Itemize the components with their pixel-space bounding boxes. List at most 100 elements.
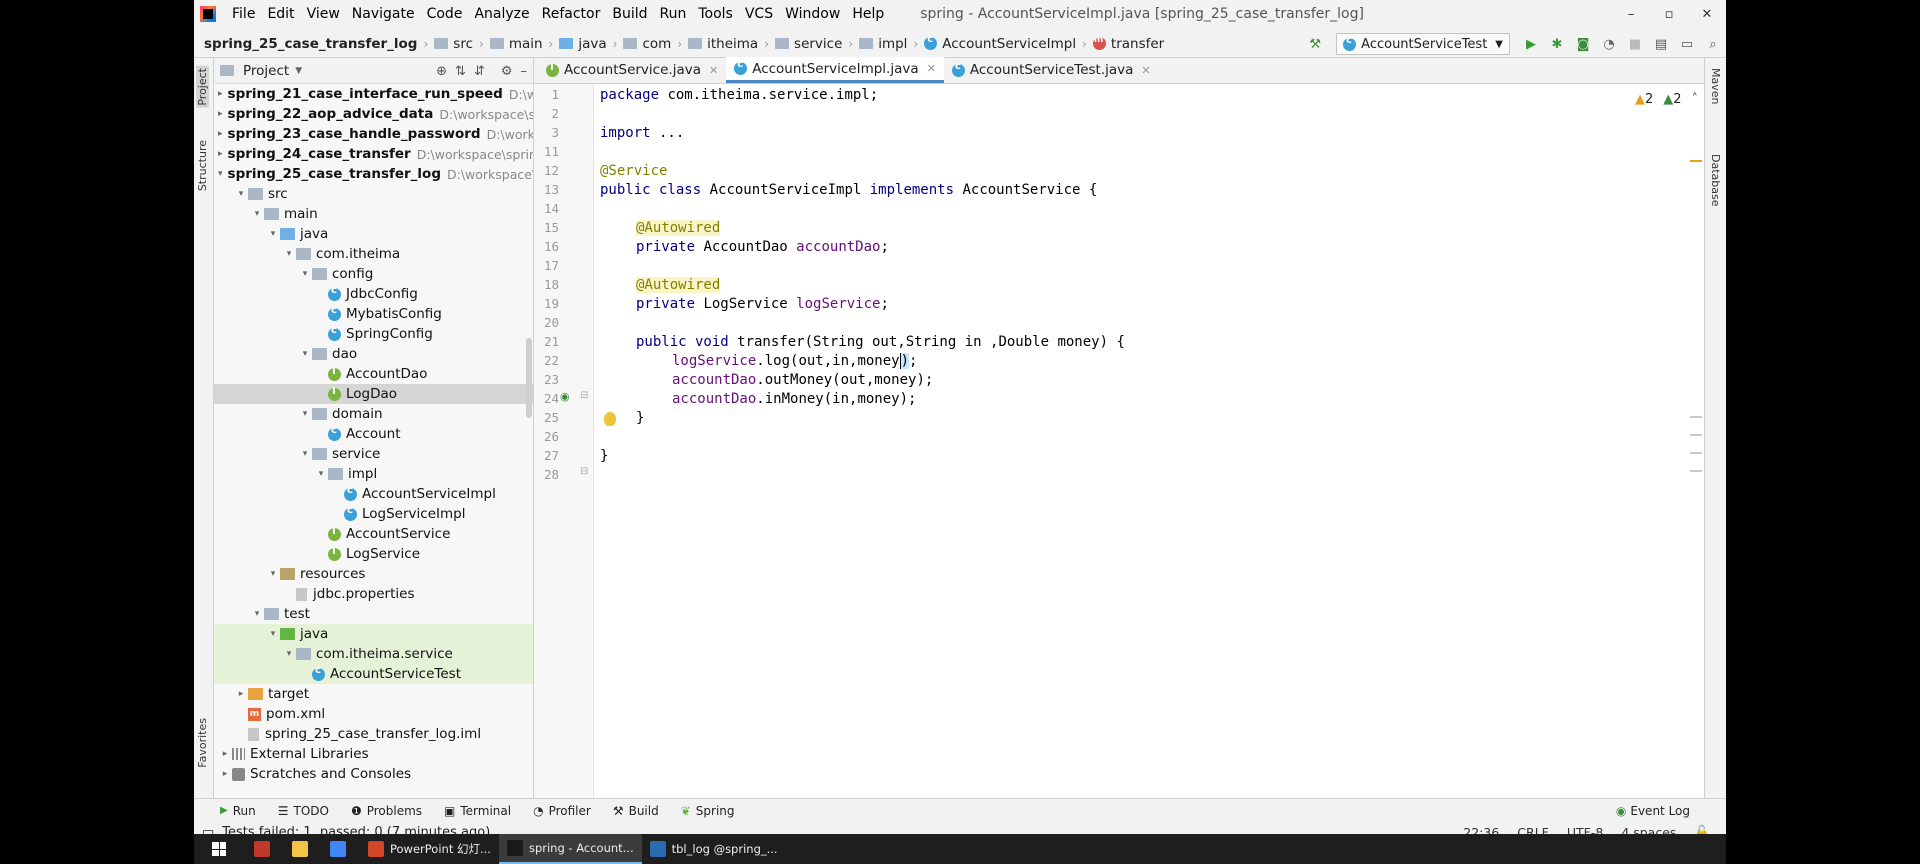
tree-item[interactable]: ▾ main — [214, 204, 533, 224]
tree-item[interactable]: spring_25_case_transfer_log.iml — [214, 724, 533, 744]
taskbar-app[interactable]: tbl_log @spring_... — [642, 834, 786, 864]
run-icon[interactable]: ▶ — [1518, 31, 1544, 57]
tree-item[interactable]: ▾ com.itheima.service — [214, 644, 533, 664]
expand-all-icon[interactable]: ⇅ — [455, 64, 466, 79]
run-configuration-selector[interactable]: AccountServiceTest ▼ — [1336, 33, 1510, 55]
tree-item[interactable]: ▸ Scratches and Consoles — [214, 764, 533, 784]
chevron-down-icon[interactable]: ▾ — [234, 189, 248, 199]
tree-item[interactable]: ▾ spring_25_case_transfer_log D:\workspace… — [214, 164, 533, 184]
tree-item[interactable]: ▾ domain — [214, 404, 533, 424]
breadcrumb-class[interactable]: AccountServiceImpl — [924, 34, 1076, 52]
chevron-down-icon[interactable]: ▾ — [282, 649, 296, 659]
menu-file[interactable]: File — [226, 6, 261, 22]
taskbar-app[interactable] — [284, 834, 322, 864]
profile-icon[interactable]: ◔ — [1596, 31, 1622, 57]
tab-account-service[interactable]: AccountService.java ✕ — [538, 57, 726, 83]
error-stripe-marker[interactable] — [1690, 434, 1702, 436]
tree-item[interactable]: LogServiceImpl — [214, 504, 533, 524]
tree-item[interactable]: MybatisConfig — [214, 304, 533, 324]
tree-item[interactable]: ▾ service — [214, 444, 533, 464]
chevron-down-icon[interactable]: ▾ — [298, 409, 312, 419]
close-button[interactable]: ✕ — [1688, 0, 1726, 28]
implements-gutter-icon[interactable]: ◉ — [560, 390, 570, 403]
chevron-down-icon[interactable]: ▾ — [282, 249, 296, 259]
breadcrumb-project[interactable]: spring_25_case_transfer_log — [204, 36, 417, 52]
search-icon[interactable]: ⌕ — [1700, 31, 1726, 57]
breadcrumb-java[interactable]: java — [559, 36, 607, 52]
maven-tool-tab[interactable]: Maven — [1709, 68, 1722, 104]
menu-edit[interactable]: Edit — [261, 6, 300, 22]
chevron-down-icon[interactable]: ▾ — [298, 449, 312, 459]
project-tool-tab[interactable]: Project — [196, 66, 209, 108]
chevron-down-icon[interactable]: ▾ — [266, 629, 280, 639]
tab-account-service-impl[interactable]: AccountServiceImpl.java ✕ — [726, 57, 944, 83]
tab-account-service-test[interactable]: AccountServiceTest.java ✕ — [944, 57, 1159, 83]
breadcrumb-main[interactable]: main — [489, 36, 543, 52]
close-icon[interactable]: ✕ — [927, 62, 936, 75]
menu-refactor[interactable]: Refactor — [536, 6, 607, 22]
tree-item[interactable]: ▸ target — [214, 684, 533, 704]
chevron-right-icon[interactable]: ▸ — [234, 689, 248, 699]
tree-item[interactable]: ▾ test — [214, 604, 533, 624]
breadcrumb-method[interactable]: transfer — [1092, 35, 1164, 52]
taskbar-app[interactable]: spring - Account... — [498, 834, 642, 864]
breadcrumb-src[interactable]: src — [434, 36, 473, 52]
todo-tool-button[interactable]: ☰ TODO — [278, 804, 329, 818]
tree-item[interactable]: ▸spring_23_case_handle_passwordD:\worksp — [214, 124, 533, 144]
taskbar-app[interactable] — [322, 834, 360, 864]
tree-item[interactable]: ▾ dao — [214, 344, 533, 364]
tree-item[interactable]: LogService — [214, 544, 533, 564]
chevron-down-icon[interactable]: ▾ — [266, 569, 280, 579]
tree-item[interactable]: AccountServiceImpl — [214, 484, 533, 504]
taskbar-app[interactable]: PowerPoint 幻灯... — [360, 834, 499, 864]
event-log-button[interactable]: ◉ Event Log — [1616, 799, 1690, 823]
spring-tool-button[interactable]: ❦ Spring — [681, 804, 735, 818]
tree-item[interactable]: ▾ impl — [214, 464, 533, 484]
chevron-right-icon[interactable]: ▸ — [218, 769, 232, 779]
tree-item[interactable]: ▸ spring_22_aop_advice_data D:\workspace\s… — [214, 104, 533, 124]
chevron-down-icon[interactable]: ▾ — [298, 349, 312, 359]
hide-icon[interactable]: – — [521, 64, 528, 79]
build-tool-button[interactable]: ⚒ Build — [613, 804, 659, 818]
close-icon[interactable]: ✕ — [1141, 64, 1150, 77]
coverage-icon[interactable]: ◙ — [1570, 31, 1596, 57]
inspection-widget[interactable]: ▲2 ▲2 ˄ — [1635, 92, 1698, 107]
chevron-down-icon[interactable]: ▾ — [298, 269, 312, 279]
close-icon[interactable]: ✕ — [709, 64, 718, 77]
tree-item[interactable]: ▾ config — [214, 264, 533, 284]
tree-item[interactable]: ▸ spring_24_case_transfer D:\workspace\spr… — [214, 144, 533, 164]
chevron-down-icon[interactable]: ▾ — [314, 469, 328, 479]
tree-item[interactable]: ▸spring_21_case_interface_run_speedD:\wo… — [214, 84, 533, 104]
stop-icon[interactable]: ■ — [1622, 31, 1648, 57]
tree-item[interactable]: ▾ com.itheima — [214, 244, 533, 264]
menu-run[interactable]: Run — [654, 6, 693, 22]
menu-view[interactable]: View — [301, 6, 346, 22]
tree-item[interactable]: SpringConfig — [214, 324, 533, 344]
profiler-tool-button[interactable]: ◔ Profiler — [533, 804, 591, 818]
tree-item[interactable]: AccountService — [214, 524, 533, 544]
breadcrumb-impl[interactable]: impl — [859, 36, 907, 52]
chevron-down-icon[interactable]: ▾ — [250, 209, 264, 219]
favorites-tool-tab[interactable]: Favorites — [196, 718, 209, 768]
chevron-right-icon[interactable]: ▸ — [218, 89, 223, 99]
chevron-down-icon[interactable]: ▼ — [295, 66, 302, 76]
chevron-right-icon[interactable]: ▸ — [218, 129, 223, 139]
editor-gutter[interactable]: ◉ ⊟ ⊟ 1 2 3 11 12 13 14 15 16 17 18 19 20 21 22 23 24 25 2… — [534, 84, 616, 798]
debug-icon[interactable]: ✱ — [1544, 31, 1570, 57]
run-tool-button[interactable]: ▶ Run — [220, 804, 256, 818]
tree-item[interactable]: ▾ resources — [214, 564, 533, 584]
chevron-down-icon[interactable]: ▾ — [266, 229, 280, 239]
tree-item[interactable]: JdbcConfig — [214, 284, 533, 304]
menu-navigate[interactable]: Navigate — [346, 6, 421, 22]
fold-marker-icon[interactable]: ⊟ — [580, 466, 588, 477]
structure-tool-tab[interactable]: Structure — [196, 140, 209, 191]
tree-item[interactable]: ▸ External Libraries — [214, 744, 533, 764]
chevron-right-icon[interactable]: ▸ — [218, 109, 223, 119]
error-stripe-marker[interactable] — [1690, 452, 1702, 454]
breadcrumb-itheima[interactable]: itheima — [688, 36, 758, 52]
chevron-up-icon[interactable]: ˄ — [1692, 92, 1699, 107]
fold-marker-icon[interactable]: ⊟ — [580, 390, 588, 401]
chevron-down-icon[interactable]: ▾ — [218, 169, 223, 179]
minimize-button[interactable]: – — [1612, 0, 1650, 28]
menu-code[interactable]: Code — [421, 6, 469, 22]
